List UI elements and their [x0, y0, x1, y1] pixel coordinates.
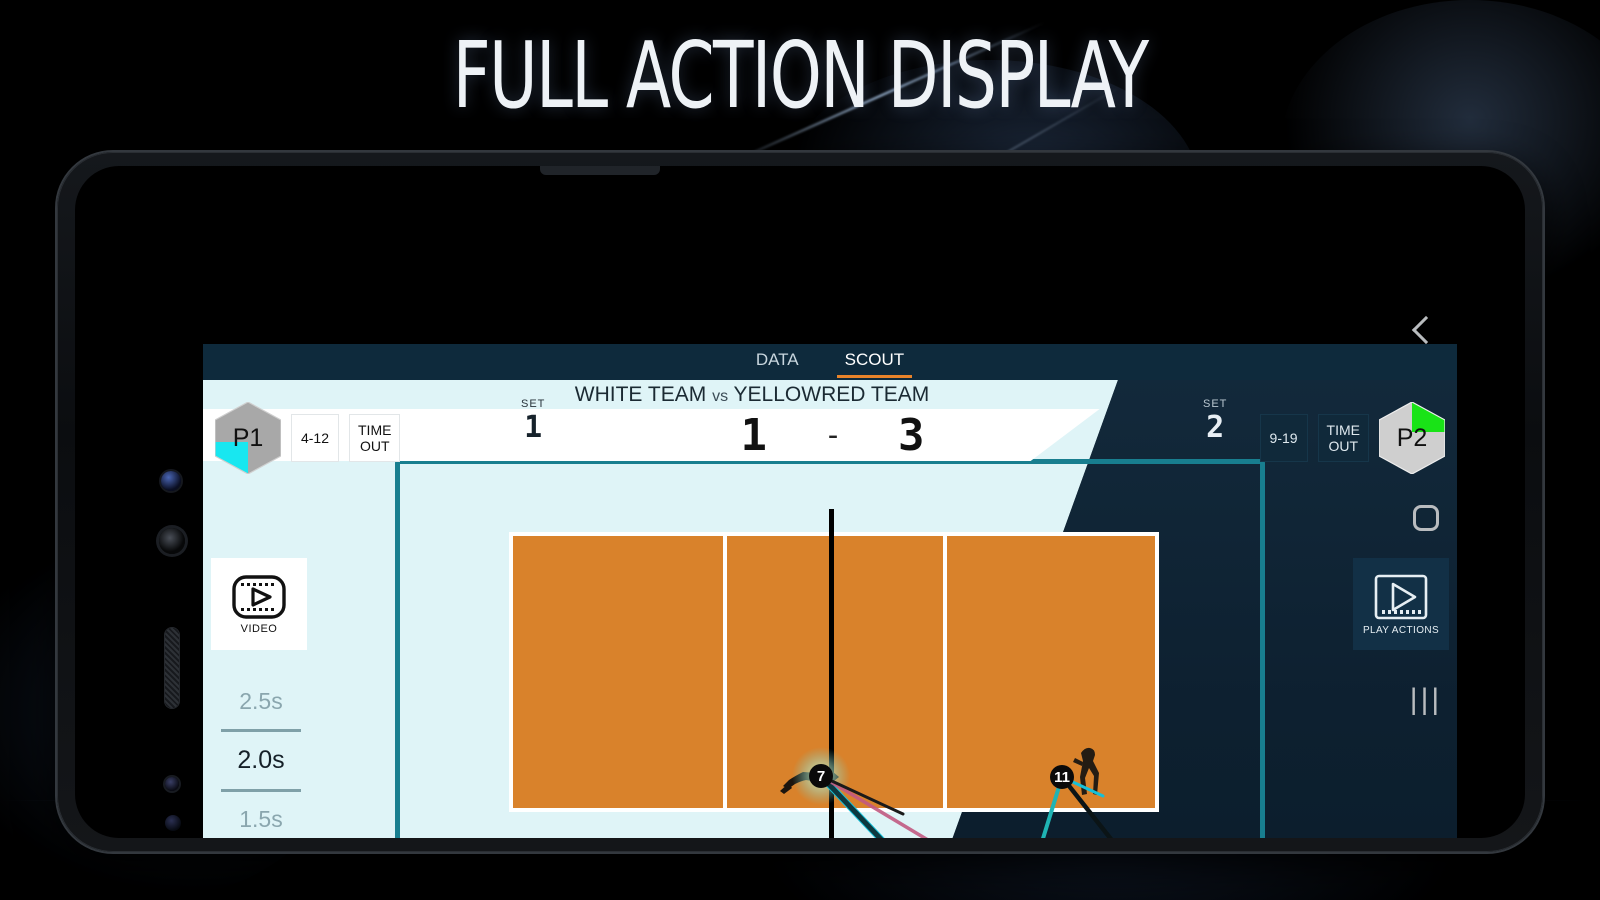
tab-bar: DATA SCOUT	[203, 344, 1457, 380]
set-right-value: 2	[1206, 410, 1225, 445]
score-left: 1	[740, 409, 768, 461]
vs-label: vs	[712, 387, 729, 405]
speed-option-0[interactable]: 2.5s	[211, 674, 311, 729]
substitution-range-right-button[interactable]: 9-19	[1259, 414, 1308, 462]
play-actions-button[interactable]: PLAY ACTIONS	[1353, 558, 1449, 650]
timeout-right-line2: OUT	[1328, 438, 1359, 454]
android-nav-bar: |||	[1386, 180, 1466, 824]
attack-line-right	[943, 536, 947, 808]
set-left-value: 1	[524, 410, 543, 445]
set-right: SET 2	[1203, 398, 1227, 445]
p2-badge[interactable]: P2	[1379, 402, 1445, 474]
speed-selector[interactable]: 2.5s 2.0s 1.5s	[211, 674, 311, 838]
speaker-grille	[165, 628, 179, 708]
speed-option-2[interactable]: 1.5s	[211, 792, 311, 838]
home-icon[interactable]	[1386, 505, 1466, 536]
p1-badge[interactable]: P1	[215, 402, 281, 474]
p1-label: P1	[232, 423, 264, 452]
timeout-left-line1: TIME	[358, 421, 392, 438]
timeout-left-button[interactable]: TIME OUT	[349, 414, 401, 462]
timeout-left-line2: OUT	[359, 438, 390, 454]
back-icon[interactable]	[1386, 315, 1466, 345]
net-line	[829, 509, 834, 838]
rear-camera-icon	[159, 528, 185, 554]
hero-title: FULL ACTION DISPLAY	[452, 22, 1149, 129]
score-right: 3	[898, 409, 926, 461]
attack-line-left	[723, 536, 727, 808]
team-matchup: WHITE TEAM vs YELLOWRED TEAM	[575, 383, 929, 407]
sensor-dot-icon	[165, 777, 179, 791]
volleyball-court[interactable]	[509, 532, 1159, 812]
timeout-right-button[interactable]: TIME OUT	[1317, 414, 1369, 462]
tab-data[interactable]: DATA	[748, 346, 807, 378]
p2-label: P2	[1396, 423, 1428, 452]
top-strip: DATA SCOUT	[203, 344, 1457, 380]
app-screen: DATA SCOUT WHITE TEAM vs YELLOWRED TEAM …	[203, 344, 1457, 838]
sensor-dot-icon	[165, 815, 181, 831]
set-right-label: SET	[1203, 398, 1228, 410]
play-actions-label: PLAY ACTIONS	[1362, 624, 1440, 636]
team-right-name: YELLOWRED TEAM	[733, 382, 930, 406]
recents-icon[interactable]: |||	[1386, 685, 1466, 715]
phone-screen-area: DATA SCOUT WHITE TEAM vs YELLOWRED TEAM …	[75, 166, 1525, 838]
team-left-name: WHITE TEAM	[574, 382, 707, 406]
header-left-controls: P1 4-12 TIME OUT	[215, 402, 401, 474]
set-left-label: SET	[521, 398, 546, 410]
phone-frame: DATA SCOUT WHITE TEAM vs YELLOWRED TEAM …	[57, 152, 1543, 852]
video-film-icon	[232, 574, 286, 619]
set-left: SET 1	[521, 398, 545, 445]
substitution-range-left-button[interactable]: 4-12	[291, 414, 339, 462]
screenshot-stage: FULL ACTION DISPLAY DATA SCOUT WHITE TEA…	[0, 0, 1600, 900]
timeout-right-line1: TIME	[1326, 421, 1360, 438]
scoreboard: 1 - 3	[607, 409, 1059, 461]
earpiece-notch	[540, 166, 660, 175]
speed-option-1[interactable]: 2.0s	[211, 732, 311, 789]
header-right-controls: 9-19 TIME OUT P2	[1259, 402, 1445, 474]
play-actions-icon	[1374, 574, 1428, 619]
video-button-label: VIDEO	[240, 622, 278, 635]
tab-scout[interactable]: SCOUT	[836, 346, 913, 378]
score-separator: -	[823, 417, 843, 453]
video-button[interactable]: VIDEO	[211, 558, 307, 650]
front-camera-icon	[161, 471, 181, 491]
